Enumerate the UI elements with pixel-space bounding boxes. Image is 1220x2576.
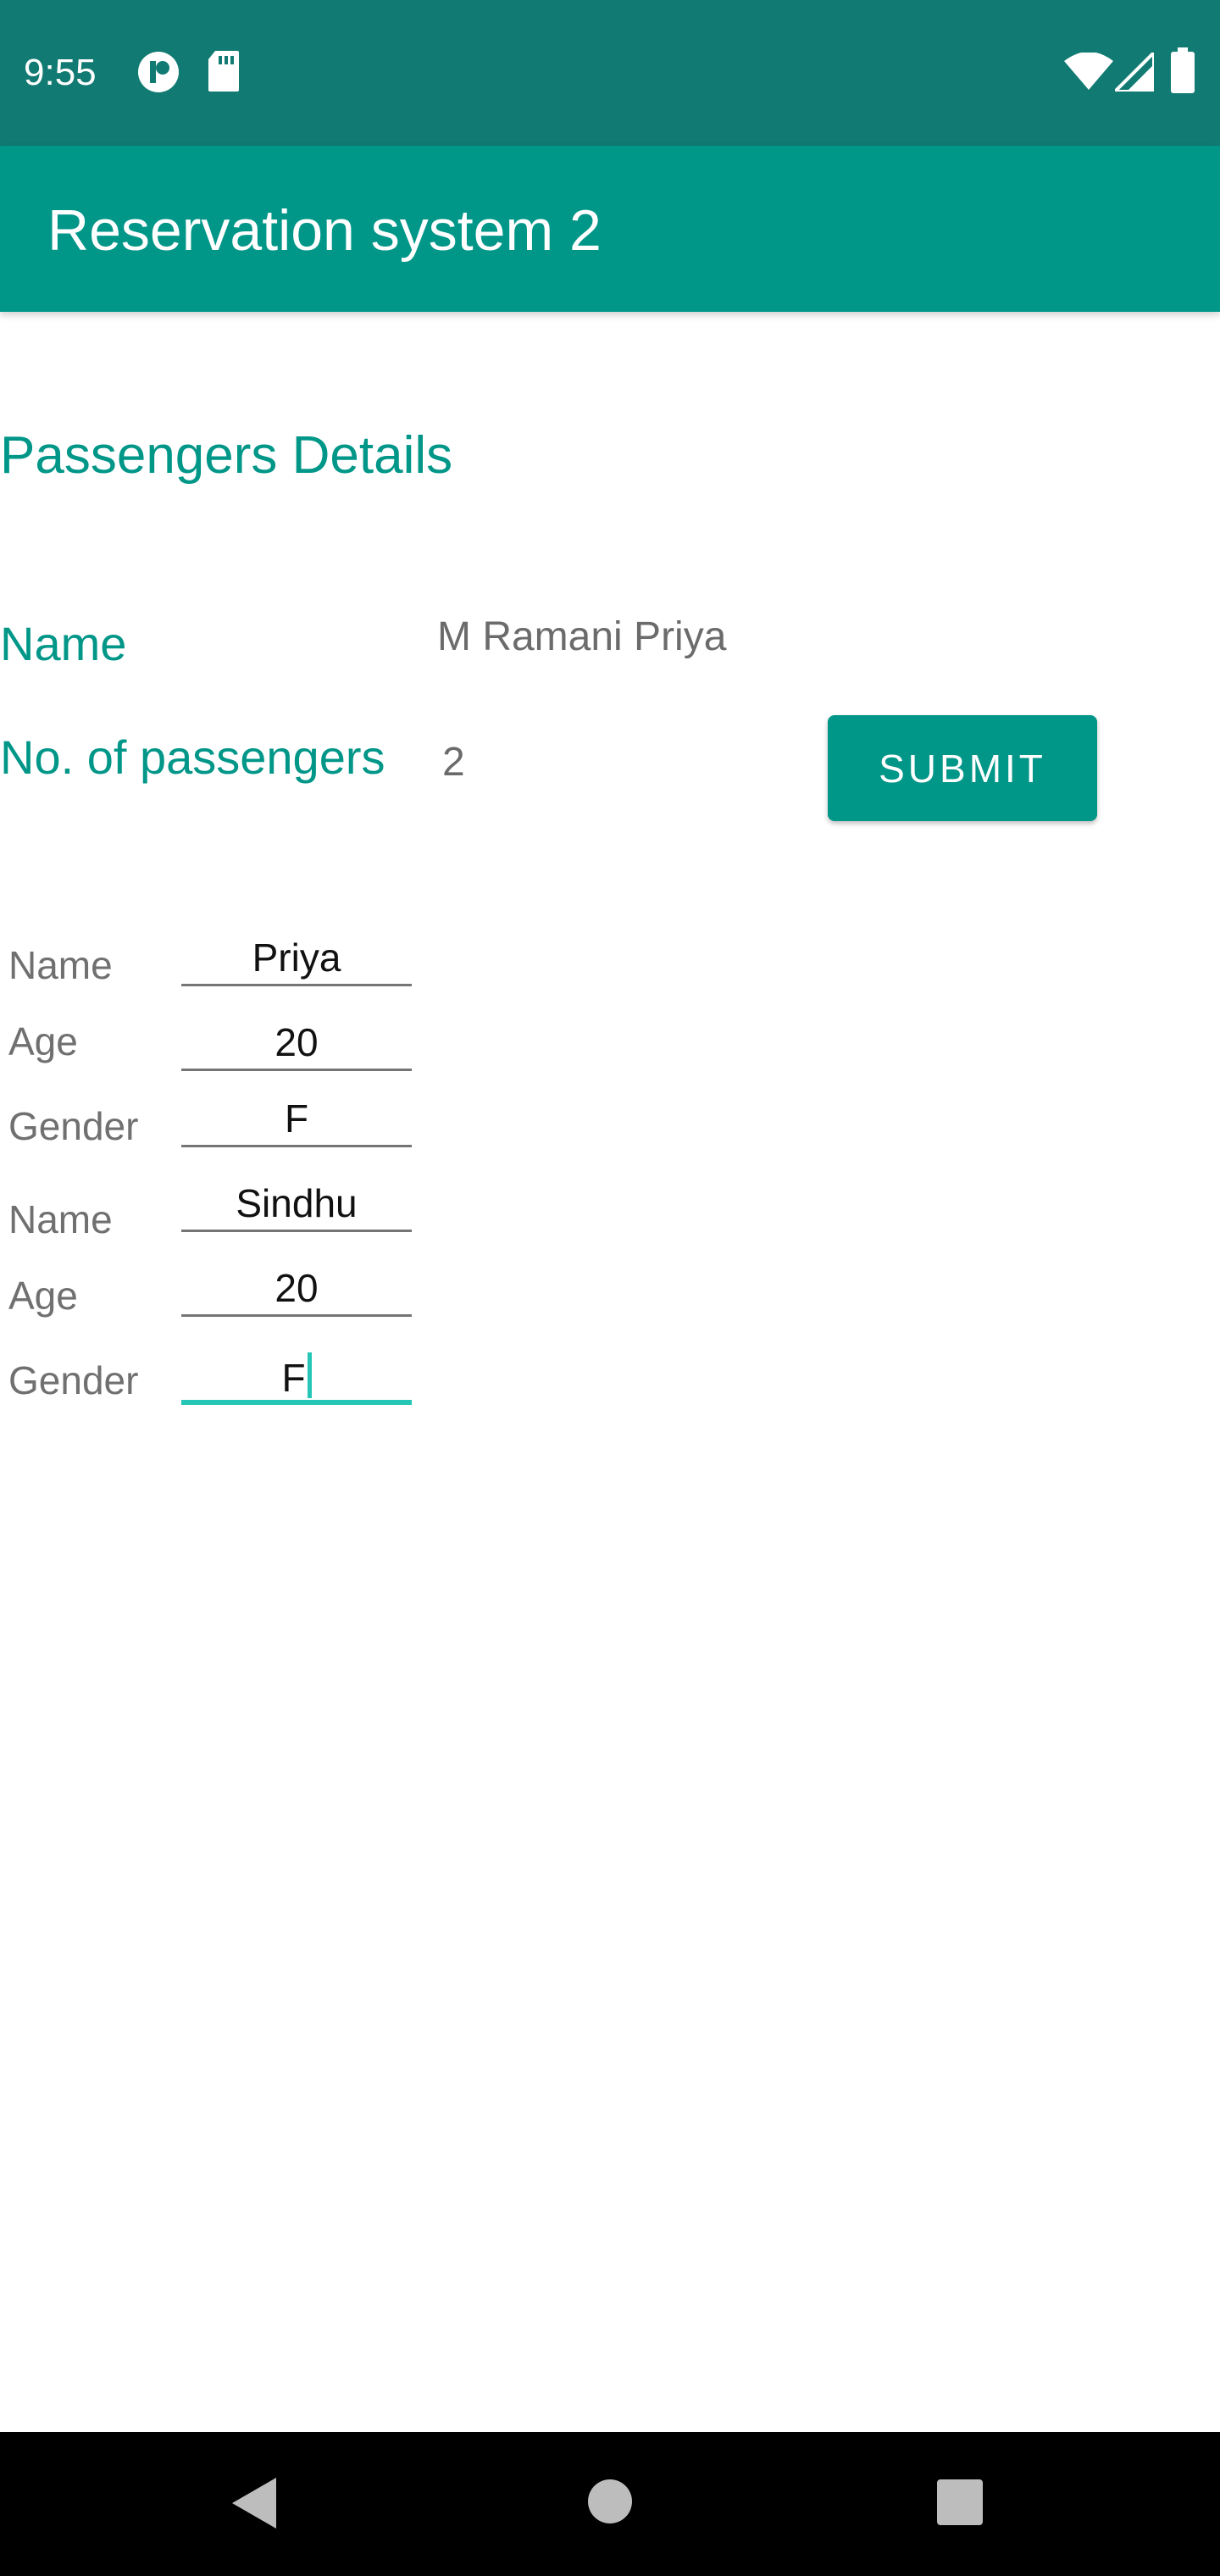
name-label: Name [0, 617, 127, 670]
passenger-2-name-input[interactable]: Sindhu [181, 1180, 412, 1232]
passenger-2-age-input[interactable]: 20 [181, 1264, 412, 1317]
section-title: Passengers Details [0, 426, 453, 485]
privacy-icon [136, 49, 181, 99]
app-bar: Reservation system 2 [0, 146, 1220, 312]
status-time: 9:55 [24, 52, 97, 93]
passenger-2-gender-label: Gender [8, 1358, 139, 1402]
passenger-2-age-label: Age [8, 1274, 78, 1318]
passenger-count-value[interactable]: 2 [442, 739, 465, 786]
passenger-1-gender-input[interactable]: F [181, 1095, 412, 1147]
home-icon[interactable] [586, 2478, 634, 2529]
passenger-1-name-input[interactable]: Priya [181, 934, 412, 986]
submit-button[interactable]: SUBMIT [828, 715, 1097, 821]
passenger-2-gender-text: F [281, 1356, 306, 1400]
back-icon[interactable] [230, 2476, 278, 2534]
name-value[interactable]: M Ramani Priya [437, 613, 726, 661]
passenger-1-name-label: Name [8, 943, 113, 987]
passenger-1-age-input[interactable]: 20 [181, 1019, 412, 1071]
recents-icon[interactable] [937, 2479, 983, 2529]
app-title: Reservation system 2 [47, 198, 602, 263]
battery-icon [1171, 47, 1195, 97]
status-bar: 9:55 [0, 0, 1220, 146]
passenger-2-name-label: Name [8, 1197, 113, 1241]
signal-icon [1111, 48, 1156, 96]
wifi-icon [1064, 52, 1113, 94]
passenger-1-age-label: Age [8, 1019, 78, 1063]
sd-card-icon [207, 49, 241, 97]
passenger-2-gender-input[interactable]: F [181, 1352, 412, 1405]
text-cursor [307, 1352, 312, 1398]
nav-bar [0, 2432, 1220, 2576]
passenger-count-label: No. of passengers [0, 730, 385, 784]
passenger-1-gender-label: Gender [8, 1104, 139, 1148]
